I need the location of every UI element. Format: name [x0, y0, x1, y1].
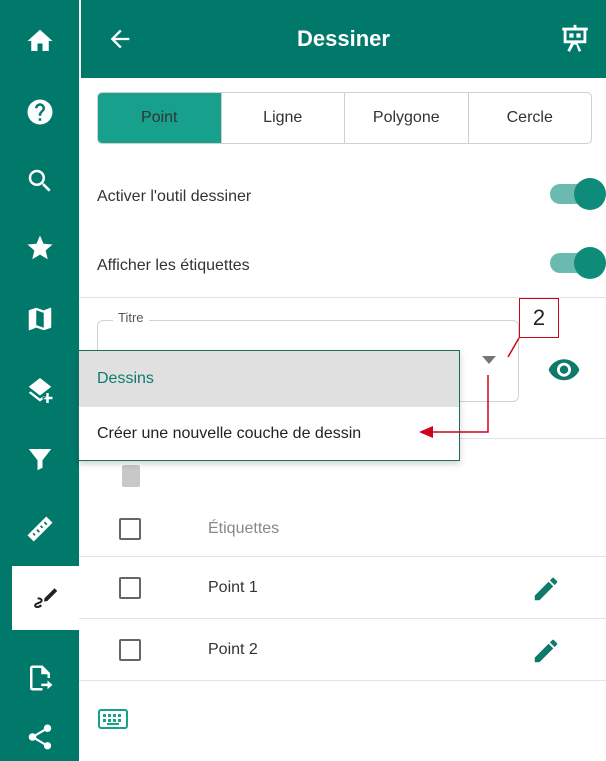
select-all-checkbox[interactable]	[119, 518, 141, 540]
geometry-tabs: Point Ligne Polygone Cercle	[97, 92, 592, 144]
item-checkbox[interactable]	[119, 639, 141, 661]
page-title: Dessiner	[297, 26, 390, 51]
tab-polygone[interactable]: Polygone	[344, 93, 468, 143]
eye-icon	[548, 359, 580, 381]
drag-handle-icon[interactable]	[122, 465, 140, 487]
layer-dropdown-menu: Dessins Créer une nouvelle couche de des…	[78, 350, 460, 461]
presentation-button[interactable]	[558, 22, 594, 58]
tab-point[interactable]: Point	[98, 93, 221, 143]
visibility-button[interactable]	[547, 355, 581, 383]
ruler-icon	[27, 516, 52, 542]
item-checkbox[interactable]	[119, 577, 141, 599]
help-icon	[27, 99, 52, 125]
divider	[79, 680, 606, 681]
annotation-callout: 2	[519, 298, 559, 338]
measure-button[interactable]	[0, 497, 79, 561]
file-export-icon	[29, 665, 52, 691]
divider	[79, 556, 606, 557]
dropdown-caret-icon[interactable]	[482, 356, 496, 364]
draw-icon	[33, 588, 57, 608]
export-button[interactable]	[0, 646, 79, 710]
filter-icon	[28, 449, 51, 471]
activate-draw-label: Activer l'outil dessiner	[97, 188, 252, 205]
presentation-icon	[562, 24, 588, 52]
list-item-label: Point 2	[208, 641, 258, 658]
show-labels-label: Afficher les étiquettes	[97, 257, 250, 274]
keyboard-button[interactable]	[98, 708, 128, 730]
dropdown-option-dessins[interactable]: Dessins	[79, 351, 459, 407]
map-button[interactable]	[0, 287, 79, 351]
side-toolbar	[0, 0, 79, 761]
map-icon	[28, 307, 51, 331]
tab-ligne[interactable]: Ligne	[220, 93, 345, 143]
draw-button[interactable]	[12, 566, 79, 630]
panel-header: Dessiner	[79, 0, 606, 78]
edit-button[interactable]	[531, 636, 561, 666]
divider	[79, 618, 606, 619]
keyboard-icon	[98, 709, 128, 729]
search-button[interactable]	[0, 149, 79, 213]
filter-button[interactable]	[0, 427, 79, 491]
share-icon	[28, 724, 51, 750]
toggle-knob	[574, 247, 606, 279]
share-button[interactable]	[0, 705, 79, 761]
title-select-legend: Titre	[113, 310, 149, 325]
toggle-knob	[574, 178, 606, 210]
show-labels-toggle[interactable]	[548, 245, 606, 281]
add-layer-button[interactable]	[0, 361, 79, 425]
tab-cercle[interactable]: Cercle	[467, 93, 592, 143]
help-button[interactable]	[0, 80, 79, 144]
home-icon	[27, 29, 52, 51]
pencil-icon	[534, 577, 558, 601]
pencil-icon	[534, 639, 558, 663]
favorites-button[interactable]	[0, 216, 79, 280]
list-header-label: Étiquettes	[208, 520, 280, 537]
home-button[interactable]	[0, 9, 79, 73]
star-icon	[27, 235, 52, 260]
activate-draw-toggle[interactable]	[548, 176, 606, 212]
list-item-label: Point 1	[208, 579, 258, 596]
layers-add-icon	[28, 378, 52, 403]
search-icon	[28, 169, 51, 192]
edit-button[interactable]	[531, 574, 561, 604]
dropdown-option-new-layer[interactable]: Créer une nouvelle couche de dessin	[79, 407, 459, 461]
